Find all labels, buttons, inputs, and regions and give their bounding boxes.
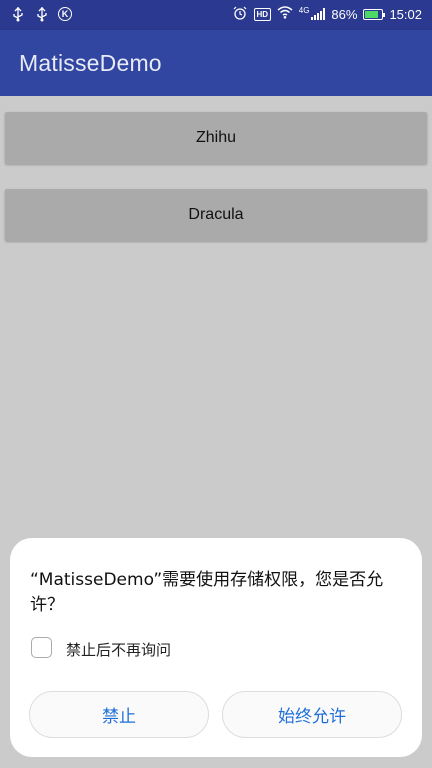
status-bar-left: K — [10, 6, 72, 22]
dracula-button[interactable]: Dracula — [5, 189, 427, 241]
app-title: MatisseDemo — [19, 50, 162, 76]
permission-dialog: “MatisseDemo”需要使用存储权限，您是否允许？ 禁止后不再询问 禁止 … — [10, 538, 422, 757]
network-type-label: 4G — [298, 5, 310, 15]
dont-ask-again-checkbox[interactable] — [31, 637, 52, 658]
hd-icon: HD — [253, 7, 271, 21]
dont-ask-again-label[interactable]: 禁止后不再询问 — [66, 639, 171, 660]
signal-icon — [311, 8, 326, 20]
always-allow-button[interactable]: 始终允许 — [222, 691, 402, 738]
battery-fill — [365, 10, 379, 18]
app-bar: MatisseDemo — [0, 30, 432, 96]
battery-percent: 86% — [331, 6, 358, 22]
alarm-icon — [232, 6, 248, 22]
zhihu-button[interactable]: Zhihu — [5, 112, 427, 164]
usb-icon — [10, 6, 26, 22]
status-bar-right: HD 4G 86% 15:02 — [232, 6, 422, 22]
status-time: 15:02 — [389, 6, 422, 22]
battery-icon — [363, 8, 386, 20]
usb-debug-icon — [34, 6, 50, 22]
deny-button[interactable]: 禁止 — [29, 691, 209, 738]
k-icon: K — [58, 7, 72, 21]
status-bar: K HD 4G 86% 15:02 — [0, 0, 432, 30]
wifi-icon — [277, 6, 293, 22]
permission-message: “MatisseDemo”需要使用存储权限，您是否允许？ — [30, 570, 384, 615]
